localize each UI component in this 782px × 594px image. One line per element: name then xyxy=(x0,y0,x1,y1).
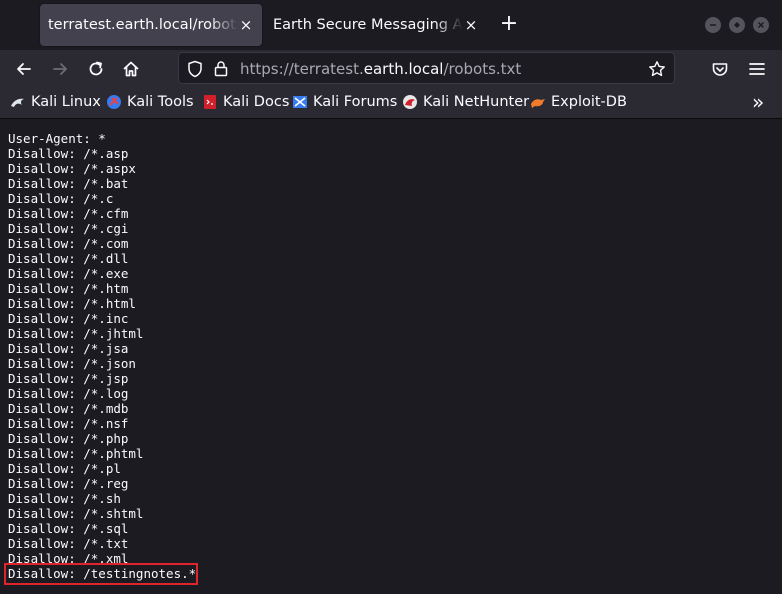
robots-line: Disallow: /*.sh xyxy=(8,491,121,506)
robots-line: Disallow: /*.json xyxy=(8,356,136,371)
url-domain: earth.local xyxy=(363,60,444,78)
robots-line: Disallow: /*.cfm xyxy=(8,206,129,221)
robots-line: Disallow: /*.sql xyxy=(8,521,129,536)
close-tab-icon[interactable]: × xyxy=(463,16,479,34)
highlight-box xyxy=(4,563,198,585)
robots-line: Disallow: /*.bat xyxy=(8,176,129,191)
robots-line: Disallow: /*.shtml xyxy=(8,506,144,521)
robots-line: User-Agent: * xyxy=(8,131,106,146)
robots-line: Disallow: /*.phtml xyxy=(8,446,144,461)
robots-line: Disallow: /*.c xyxy=(8,191,114,206)
url-prefix: https:// xyxy=(240,60,294,78)
bookmark-kali-linux[interactable]: Kali Linux xyxy=(10,94,101,110)
robots-line: Disallow: /*.log xyxy=(8,386,129,401)
robots-line: Disallow: /*.cgi xyxy=(8,221,129,236)
robots-line: Disallow: /*.dll xyxy=(8,251,129,266)
bookmark-kali-docs[interactable]: Kali Docs xyxy=(202,94,289,110)
kali-nethunter-icon xyxy=(403,95,417,109)
bookmark-star-icon[interactable] xyxy=(648,60,666,78)
robots-line: Disallow: /*.jhtml xyxy=(8,326,144,341)
tab-title: terratest.earth.local/robots.txt xyxy=(48,17,238,33)
close-window-button[interactable] xyxy=(753,17,769,33)
kali-dragon-icon xyxy=(11,98,24,107)
bookmark-kali-nethunter[interactable]: Kali NetHunter xyxy=(402,94,529,110)
maximize-button[interactable] xyxy=(729,17,745,33)
url-bar[interactable]: https://terratest.earth.local/robots.txt xyxy=(178,52,675,84)
robots-line: Disallow: /*.html xyxy=(8,296,136,311)
bookmark-kali-tools[interactable]: Kali Tools xyxy=(106,94,194,110)
new-tab-button[interactable]: + xyxy=(497,13,521,37)
bookmark-kali-forums[interactable]: Kali Forums xyxy=(292,94,397,110)
bookmark-label: Exploit-DB xyxy=(551,94,627,110)
back-arrow-icon[interactable] xyxy=(14,59,34,79)
navigation-toolbar: https://terratest.earth.local/robots.txt xyxy=(0,50,782,88)
minimize-button[interactable] xyxy=(705,17,721,33)
robots-line: Disallow: /*.mdb xyxy=(8,401,129,416)
robots-line: Disallow: /*.htm xyxy=(8,281,129,296)
hamburger-menu-icon[interactable] xyxy=(747,59,767,79)
url-text[interactable]: https://terratest.earth.local/robots.txt xyxy=(240,60,521,78)
reload-icon[interactable] xyxy=(86,59,106,79)
tab-title: Earth Secure Messaging Admin xyxy=(273,17,463,33)
shield-icon[interactable] xyxy=(187,60,203,78)
robots-line: Disallow: /*.reg xyxy=(8,476,129,491)
tab-robots[interactable]: terratest.earth.local/robots.txt × xyxy=(40,4,262,46)
close-tab-icon[interactable]: × xyxy=(238,16,254,34)
robots-line: Disallow: /*.jsp xyxy=(8,371,129,386)
bookmark-exploit-db[interactable]: Exploit-DB xyxy=(530,94,627,110)
bookmark-label: Kali Tools xyxy=(127,94,194,110)
robots-line: Disallow: /*.asp xyxy=(8,146,129,161)
pocket-icon[interactable] xyxy=(710,59,730,79)
home-icon[interactable] xyxy=(121,59,141,79)
bookmark-label: Kali Linux xyxy=(31,94,101,110)
maximize-icon xyxy=(734,22,740,28)
forward-arrow-icon[interactable] xyxy=(50,59,70,79)
bookmarks-overflow-button[interactable]: » xyxy=(752,90,764,114)
close-icon xyxy=(757,21,765,29)
robots-txt-content: User-Agent: * Disallow: /*.asp Disallow:… xyxy=(8,131,196,581)
robots-line: Disallow: /*.txt xyxy=(8,536,129,551)
minimize-icon xyxy=(710,24,716,26)
robots-line: Disallow: /*.jsa xyxy=(8,341,129,356)
url-subdomain: terratest. xyxy=(293,60,364,78)
robots-line: Disallow: /*.php xyxy=(8,431,129,446)
robots-line: Disallow: /*.aspx xyxy=(8,161,136,176)
robots-line: Disallow: /*.inc xyxy=(8,311,129,326)
tab-strip: terratest.earth.local/robots.txt × Earth… xyxy=(0,0,782,50)
bookmark-label: Kali NetHunter xyxy=(423,94,530,110)
kali-forums-icon xyxy=(293,96,307,108)
robots-line: Disallow: /*.com xyxy=(8,236,129,251)
bookmark-label: Kali Forums xyxy=(313,94,398,110)
robots-line: Disallow: /*.pl xyxy=(8,461,121,476)
bookmark-label: Kali Docs xyxy=(223,94,290,110)
lock-icon[interactable] xyxy=(213,60,229,77)
page-content: User-Agent: * Disallow: /*.asp Disallow:… xyxy=(0,119,782,594)
exploit-db-icon xyxy=(531,99,545,108)
kali-tools-icon xyxy=(107,95,121,109)
robots-line: Disallow: /*.nsf xyxy=(8,416,129,431)
kali-docs-icon xyxy=(204,95,216,109)
bookmarks-toolbar: Kali Linux Kali Tools Kali Docs Kali For… xyxy=(0,88,782,119)
tab-messaging-admin[interactable]: Earth Secure Messaging Admin × xyxy=(265,4,487,46)
url-path: /robots.txt xyxy=(443,60,522,78)
robots-line: Disallow: /*.exe xyxy=(8,266,129,281)
